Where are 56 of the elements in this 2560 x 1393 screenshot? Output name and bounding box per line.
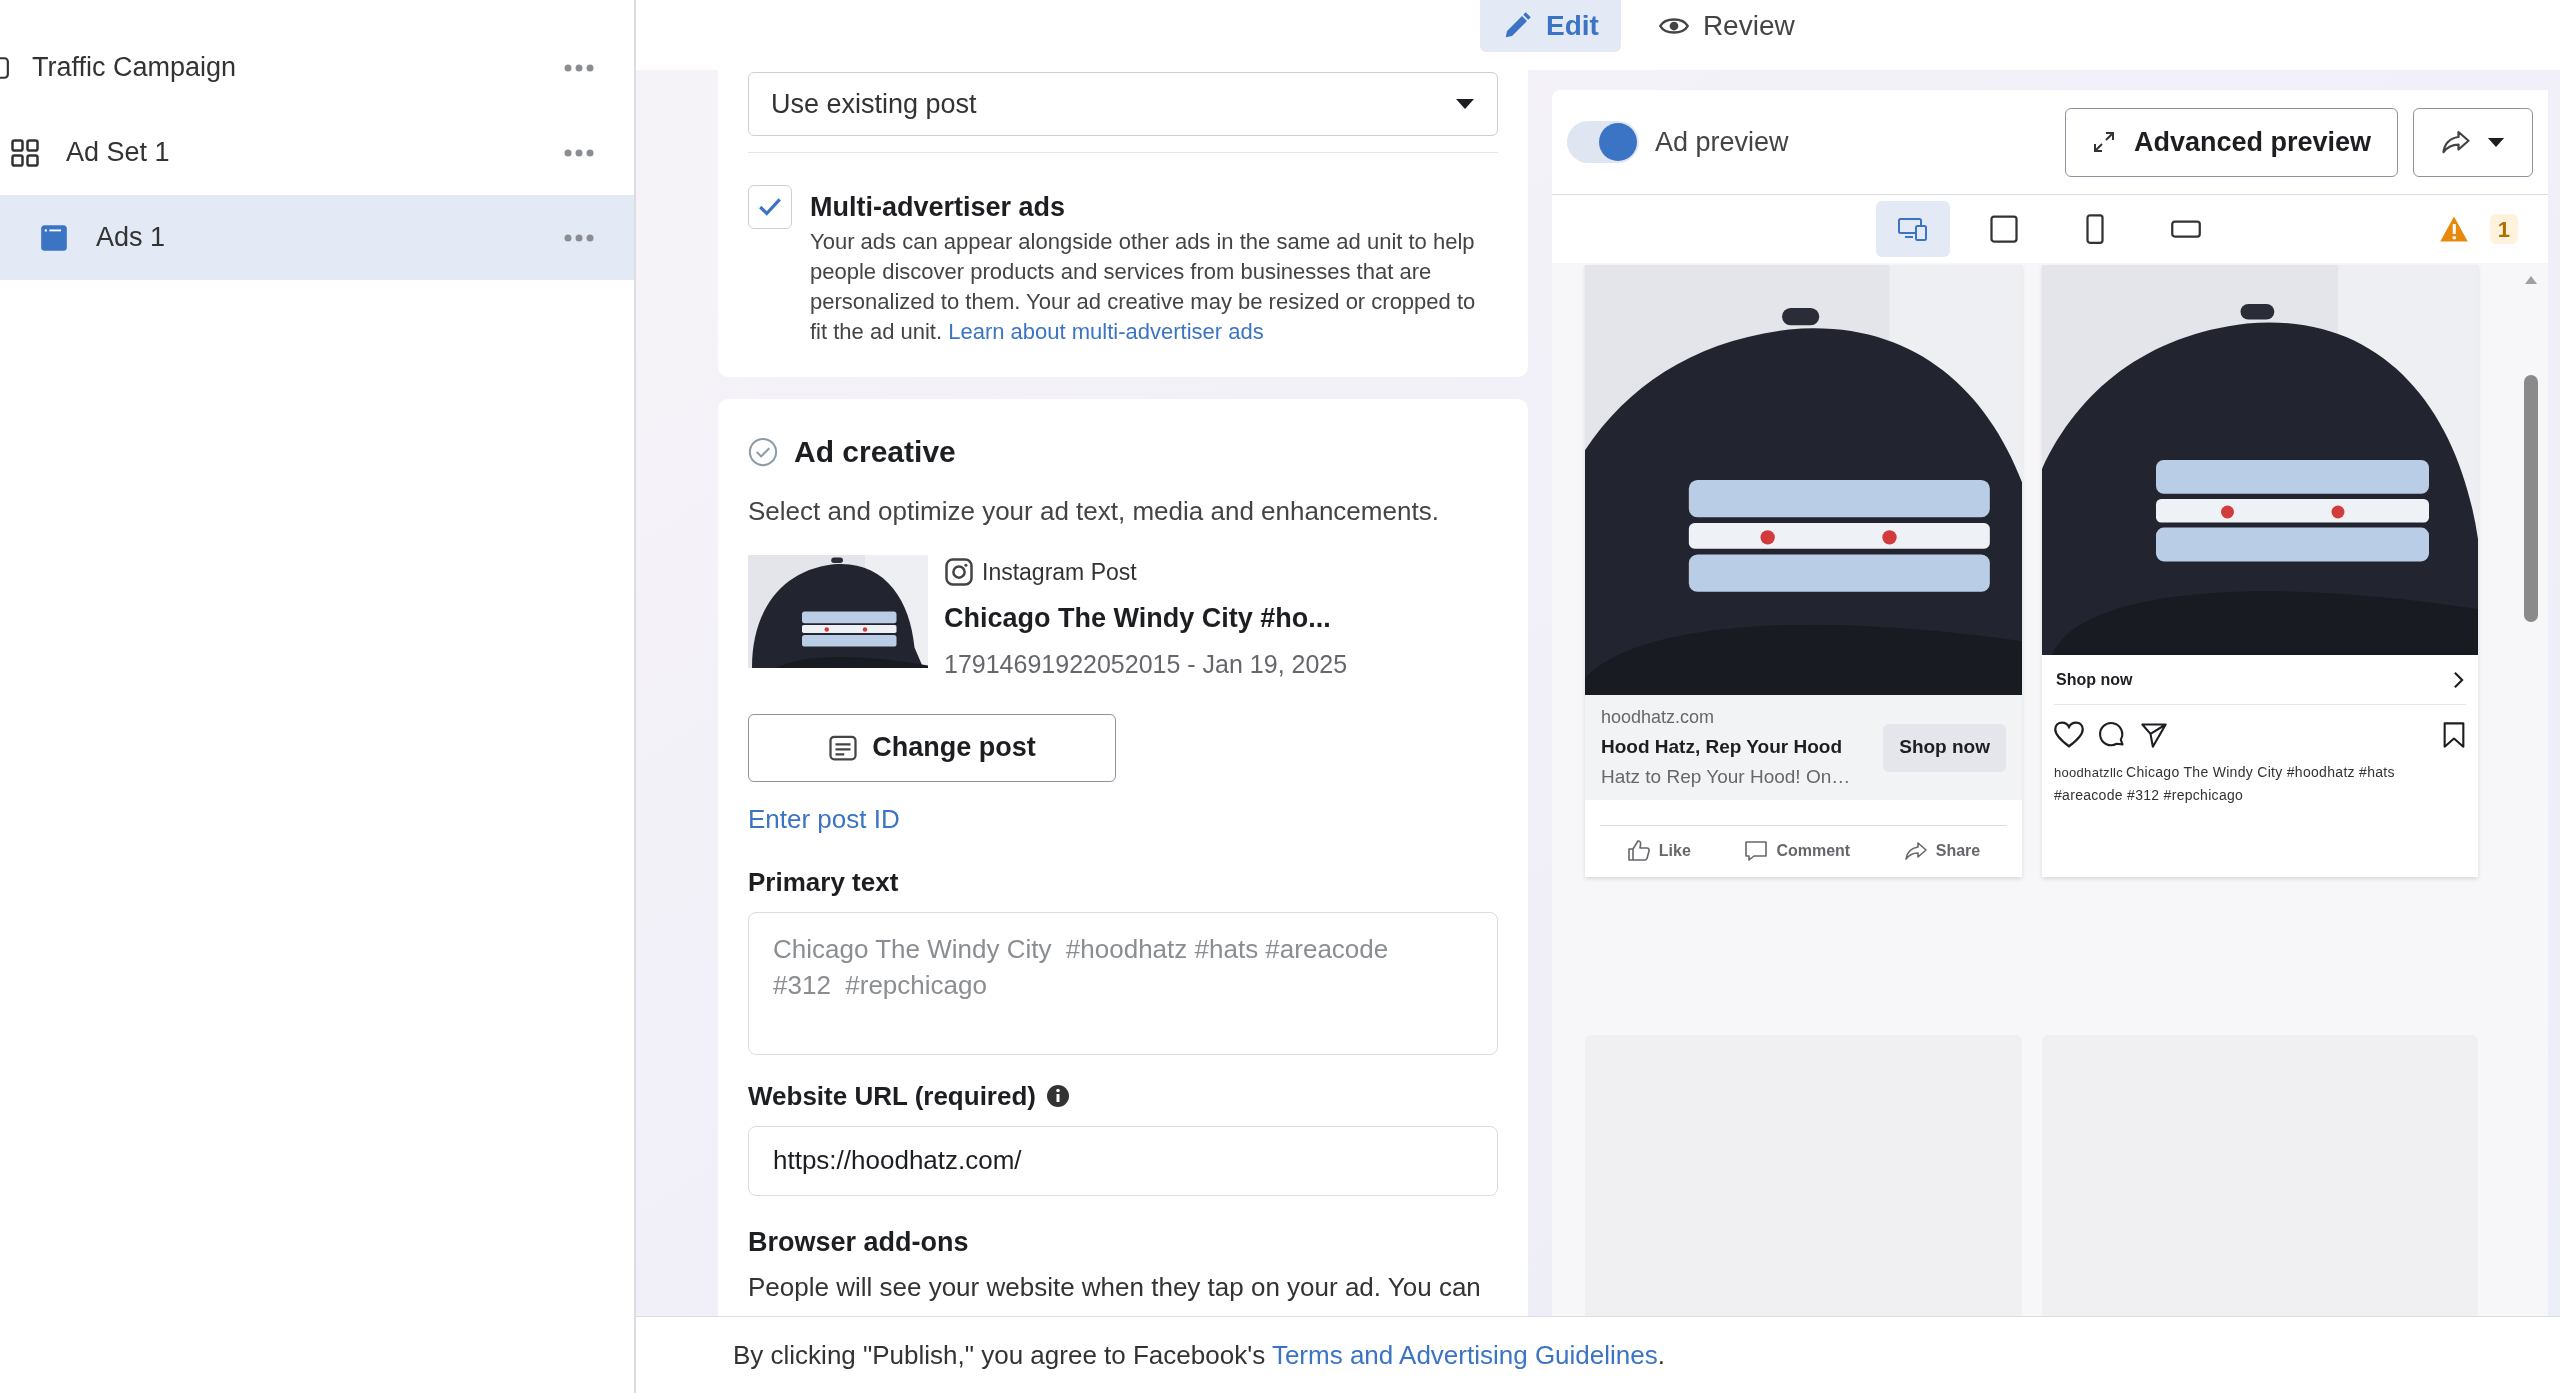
toggle-switch[interactable] <box>1567 121 1639 163</box>
square-icon <box>1988 214 2020 244</box>
post-title: Chicago The Windy City #ho... <box>944 601 1332 635</box>
check-circle-icon <box>748 436 778 467</box>
action-button[interactable]: Comment <box>1744 838 1851 863</box>
grid-icon <box>10 137 40 168</box>
shop-now-button[interactable]: Shop now <box>1883 723 2006 772</box>
scrollbar-thumb[interactable] <box>2524 375 2538 622</box>
section-title: Browser add-ons <box>748 1225 970 1259</box>
input-field[interactable]: https://hoodhatz.com/ <box>748 1125 1498 1196</box>
headline-text: Hood Hatz, Rep Your Hood <box>1601 734 1843 759</box>
action-button[interactable]: Share <box>1903 838 1981 863</box>
post-id-link[interactable]: Enter post ID <box>748 799 900 839</box>
terms-text: By clicking "Publish," you agree to Facebook's Terms and Advertising Guidelines. <box>733 1338 1665 1372</box>
field-label: Website URL (required) <box>748 1079 1036 1113</box>
speech-bubble-icon <box>1744 838 1769 863</box>
window-icon <box>40 223 68 252</box>
description-text: People will see your website when they tap on your ad. You can <box>748 1271 1482 1304</box>
more-icon[interactable] <box>564 233 594 242</box>
learn-more-link[interactable]: Learn about multi-advertiser ads <box>948 319 1264 344</box>
domain-text: hoodhatz.com <box>1601 705 1716 729</box>
section-subtitle: Select and optimize your ad text, media and enhancements. <box>748 495 1440 528</box>
mode-tab[interactable]: Edit <box>1480 0 1621 52</box>
caption-text: hoodhatzllc Chicago The Windy City #hoodhatz #hats #areacode #312 #repchicago <box>2054 763 2396 805</box>
platform-label: Instagram Post <box>982 558 1137 587</box>
expand-icon <box>2091 130 2116 154</box>
dropdown[interactable]: Use existing post <box>748 72 1498 136</box>
share-button[interactable] <box>2413 107 2533 177</box>
checkbox[interactable] <box>748 185 792 229</box>
checkbox-label: Multi-advertiser ads <box>810 191 1067 223</box>
thumbs-up-icon <box>1626 838 1651 863</box>
chevron-icon <box>2453 670 2464 689</box>
change-post-button[interactable]: Change post <box>748 713 1116 782</box>
warning-icon <box>2438 215 2469 243</box>
section-title: Ad creative <box>794 434 956 470</box>
toggle-label: Ad preview <box>1655 125 1790 159</box>
caret-icon <box>2487 136 2505 148</box>
ad-text: Hatz to Rep Your Hood! On… <box>1601 765 1852 789</box>
shop-now-link[interactable]: Shop now <box>2054 655 2466 705</box>
more-icon[interactable] <box>564 63 594 72</box>
info-icon <box>1045 1084 1070 1108</box>
send-icon[interactable] <box>2140 721 2168 749</box>
comment-icon[interactable] <box>2098 721 2126 749</box>
caret-icon <box>1455 98 1475 110</box>
sidebar-item[interactable]: Ads 1 <box>0 195 634 280</box>
description-text: Your ads can appear alongside other ads in the same ad unit to help people discover products and services from businesses that are personalized to them. Your ad creative may be resized or cropped to fit the ad unit. Learn about multi-advertiser ads <box>810 228 1477 346</box>
terms-link[interactable]: Terms and Advertising Guidelines <box>1271 1339 1658 1370</box>
action-button[interactable]: Like <box>1626 838 1691 863</box>
warning-count: 1 <box>2489 214 2518 244</box>
instagram-icon <box>944 557 974 588</box>
heart-icon[interactable] <box>2054 721 2084 749</box>
post-meta: 17914691922052015 - Jan 19, 2025 <box>944 649 1348 680</box>
bookmark-icon[interactable] <box>2442 721 2466 749</box>
more-icon[interactable] <box>564 148 594 157</box>
advanced-preview-button[interactable]: Advanced preview <box>2064 107 2398 177</box>
field-label: Primary text <box>748 865 900 899</box>
